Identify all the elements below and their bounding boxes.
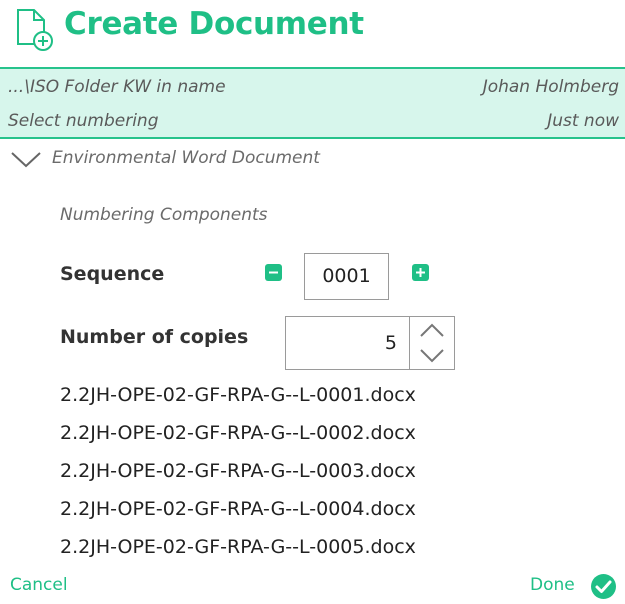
list-item: 2.2JH-OPE-02-GF-RPA-G--L-0003.docx — [60, 460, 416, 482]
cancel-button[interactable]: Cancel — [10, 575, 68, 595]
copies-label: Number of copies — [60, 326, 249, 348]
page-title: Create Document — [64, 6, 364, 42]
list-item: 2.2JH-OPE-02-GF-RPA-G--L-0002.docx — [60, 422, 416, 444]
check-circle-icon[interactable] — [590, 573, 617, 600]
copies-input[interactable]: 5 — [285, 316, 409, 370]
minus-icon — [269, 271, 278, 274]
file-list: 2.2JH-OPE-02-GF-RPA-G--L-0001.docx 2.2JH… — [60, 376, 416, 566]
sequence-label: Sequence — [60, 263, 165, 285]
select-numbering-link[interactable]: Select numbering — [8, 111, 159, 131]
author-name: Johan Holmberg — [482, 77, 619, 97]
decrement-button[interactable] — [265, 264, 282, 281]
section-title: Numbering Components — [60, 205, 268, 225]
sequence-input[interactable]: 0001 — [304, 253, 389, 300]
chevron-up-icon[interactable] — [420, 323, 444, 337]
chevron-down-icon[interactable] — [10, 149, 42, 171]
folder-path[interactable]: ...\ISO Folder KW in name — [8, 77, 226, 97]
list-item: 2.2JH-OPE-02-GF-RPA-G--L-0001.docx — [60, 384, 416, 406]
template-name[interactable]: Environmental Word Document — [52, 148, 320, 168]
plus-icon — [416, 268, 425, 277]
timestamp: Just now — [547, 111, 619, 131]
document-info-band: ...\ISO Folder KW in name Johan Holmberg… — [0, 67, 625, 139]
copies-spinner[interactable] — [409, 316, 455, 370]
done-button[interactable]: Done — [530, 575, 575, 595]
increment-button[interactable] — [412, 264, 429, 281]
list-item: 2.2JH-OPE-02-GF-RPA-G--L-0005.docx — [60, 536, 416, 558]
list-item: 2.2JH-OPE-02-GF-RPA-G--L-0004.docx — [60, 498, 416, 520]
new-document-icon — [14, 8, 54, 52]
chevron-down-icon[interactable] — [420, 349, 444, 363]
